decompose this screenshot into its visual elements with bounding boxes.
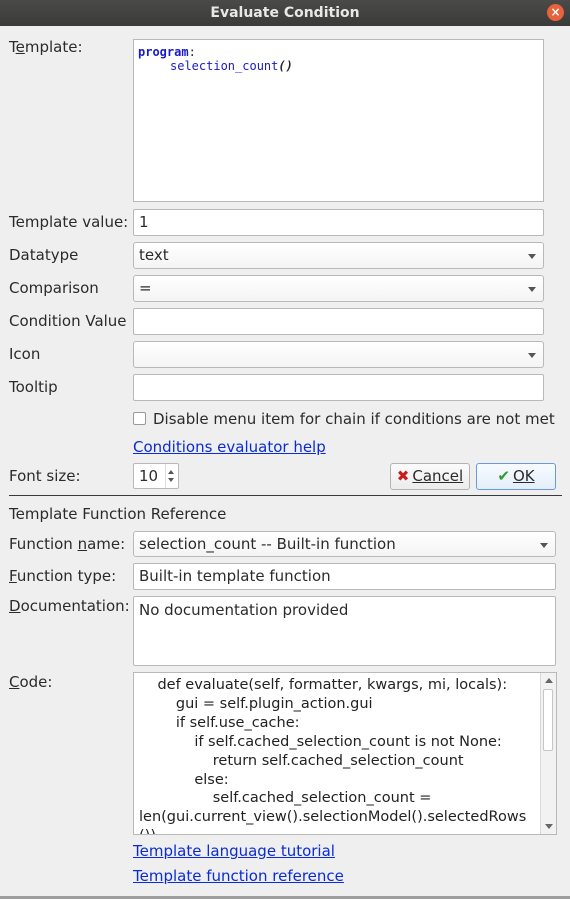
ok-button[interactable]: ✔ OK [476, 463, 556, 490]
comparison-select[interactable]: = [133, 275, 544, 302]
documentation-label: Documentation: [9, 597, 130, 615]
code-text: def evaluate(self, formatter, kwargs, mi… [139, 677, 527, 834]
close-button[interactable]: × [547, 4, 564, 21]
spin-up-icon[interactable] [168, 470, 174, 474]
code-keyword: program [138, 45, 189, 59]
code-function-call: selection_count [170, 59, 279, 73]
chevron-down-icon [540, 543, 548, 548]
template-value-field[interactable]: 1 [133, 209, 544, 236]
font-size-label: Font size: [9, 467, 81, 485]
condition-value-field[interactable] [133, 308, 544, 335]
tooltip-label: Tooltip [9, 378, 58, 396]
close-icon: ✖ [396, 467, 410, 485]
function-type-field[interactable]: Built-in template function [133, 563, 556, 590]
conditions-help-link[interactable]: Conditions evaluator help [133, 438, 326, 456]
spin-down-icon[interactable] [168, 478, 174, 482]
datatype-value: text [139, 246, 169, 264]
comparison-value: = [139, 279, 152, 297]
reference-heading: Template Function Reference [9, 505, 227, 523]
window-title: Evaluate Condition [210, 5, 360, 21]
template-value-label: Template value: [9, 213, 129, 231]
datatype-select[interactable]: text [133, 242, 544, 269]
template-function-reference-link[interactable]: Template function reference [133, 867, 344, 885]
function-name-label: Function name: [9, 535, 126, 553]
function-type-label: Function type: [9, 567, 117, 585]
cancel-button[interactable]: ✖ Cancel [390, 463, 470, 490]
datatype-label: Datatype [9, 246, 79, 264]
chevron-down-icon [528, 353, 536, 358]
template-tutorial-link[interactable]: Template language tutorial [133, 842, 335, 860]
checkmark-icon: ✔ [497, 467, 510, 485]
icon-label: Icon [9, 345, 41, 363]
disable-menu-checkbox-label[interactable]: Disable menu item for chain if condition… [153, 410, 555, 428]
chevron-down-icon [528, 287, 536, 292]
chevron-down-icon [528, 254, 536, 259]
code-label: Code: [9, 673, 53, 691]
template-label: Template: [9, 38, 83, 56]
condition-value-label: Condition Value [9, 312, 127, 330]
function-name-value: selection_count -- Built-in function [139, 535, 396, 553]
title-bar: Evaluate Condition × [0, 0, 570, 26]
font-size-value: 10 [139, 467, 159, 485]
scroll-up-icon[interactable] [545, 678, 553, 683]
documentation-field[interactable]: No documentation provided [133, 596, 556, 666]
function-name-select[interactable]: selection_count -- Built-in function [133, 531, 556, 557]
code-scrollbar[interactable] [540, 673, 556, 834]
template-editor[interactable]: program: selection_count() [133, 39, 544, 202]
scroll-down-icon[interactable] [545, 824, 553, 829]
icon-select[interactable] [133, 341, 544, 368]
comparison-label: Comparison [9, 279, 99, 297]
disable-menu-checkbox[interactable] [133, 412, 146, 425]
code-viewer[interactable]: def evaluate(self, formatter, kwargs, mi… [133, 672, 557, 835]
tooltip-field[interactable] [133, 374, 544, 401]
scrollbar-thumb[interactable] [543, 689, 553, 751]
separator [9, 495, 562, 496]
font-size-spinbox[interactable]: 10 [133, 463, 179, 489]
close-icon: × [550, 5, 561, 19]
